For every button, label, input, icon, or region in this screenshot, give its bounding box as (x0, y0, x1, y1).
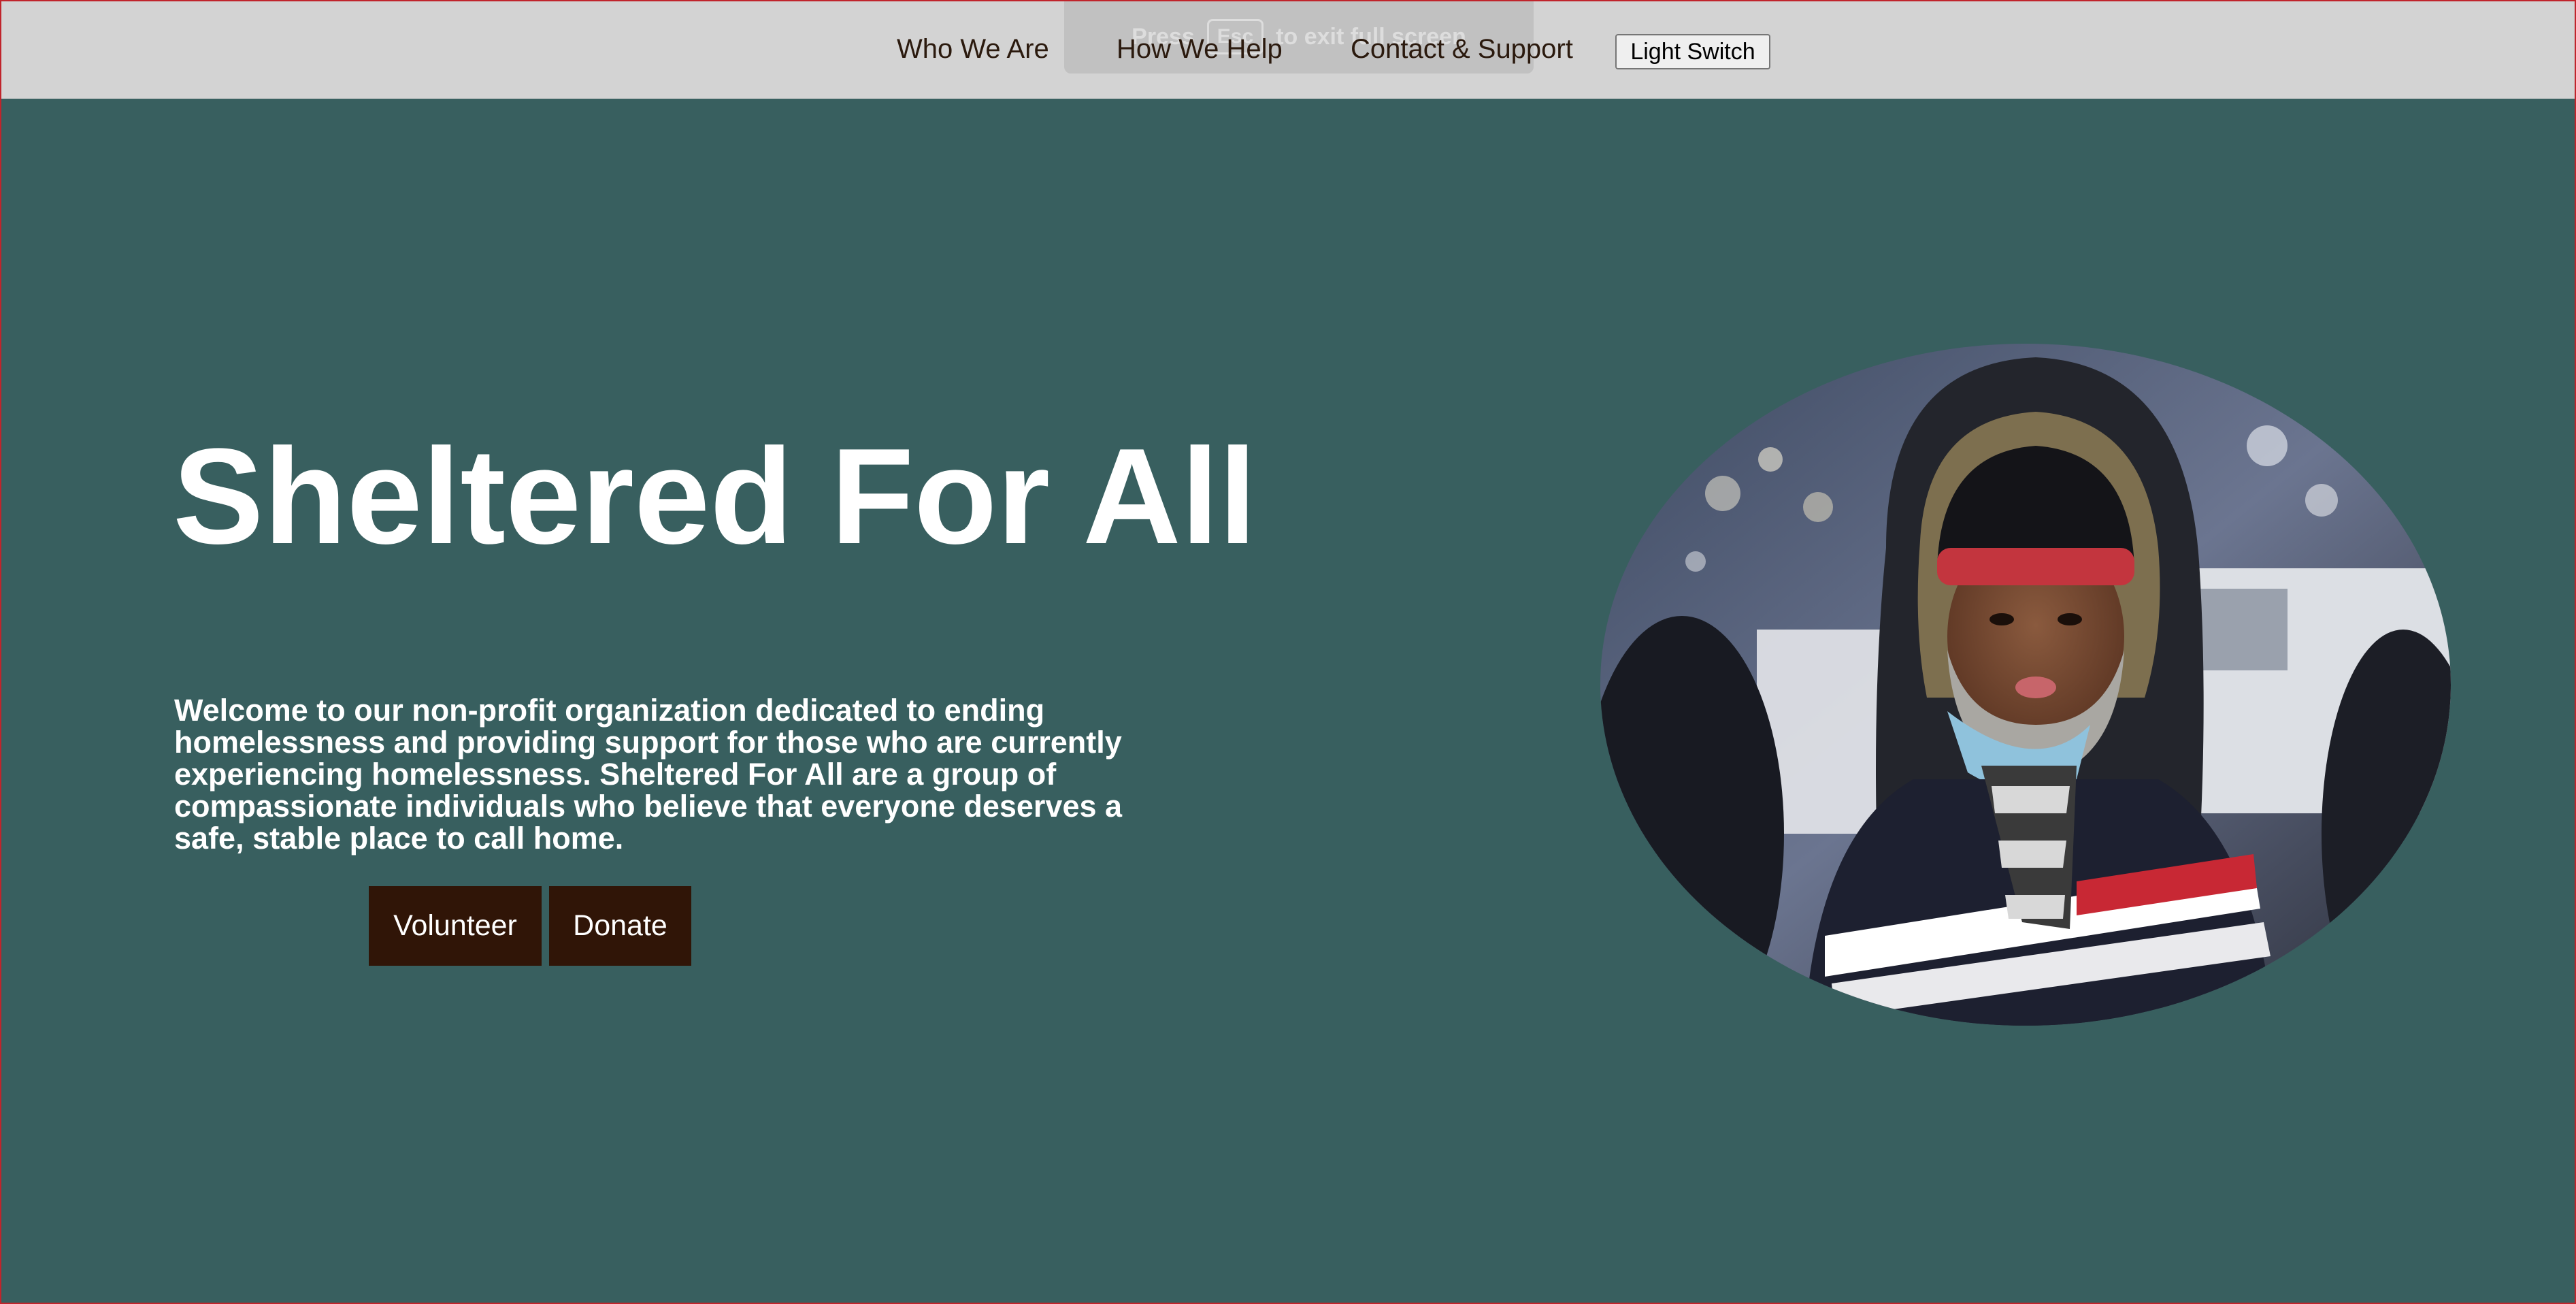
volunteer-button[interactable]: Volunteer (369, 886, 542, 966)
nav-link-contact-support[interactable]: Contact & Support (1351, 0, 1573, 99)
hero-photo (1600, 344, 2451, 1026)
hero-title: Sheltered For All (173, 421, 1257, 572)
nav-link-who-we-are[interactable]: Who We Are (897, 0, 1049, 99)
hero-photo-illustration (1600, 344, 2451, 1026)
donate-button[interactable]: Donate (549, 886, 691, 966)
nav-link-how-we-help[interactable]: How We Help (1117, 0, 1283, 99)
hero-intro-text: Welcome to our non-profit organization d… (174, 693, 1123, 855)
light-switch-button[interactable]: Light Switch (1615, 34, 1770, 69)
